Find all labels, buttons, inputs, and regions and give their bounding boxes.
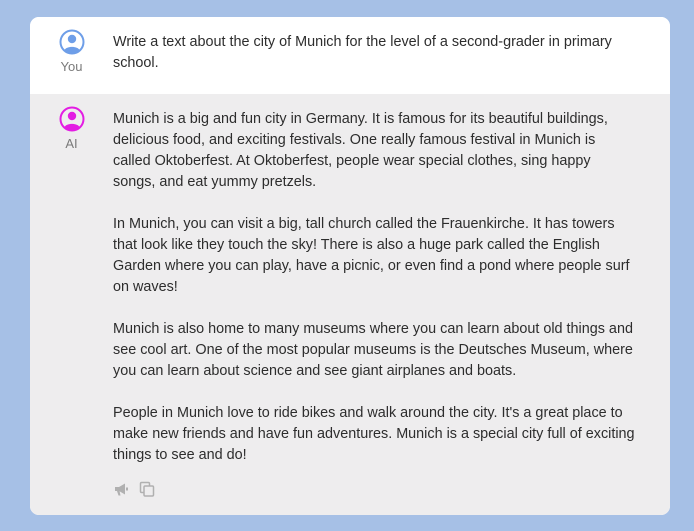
user-role-label: You	[60, 59, 83, 74]
user-avatar-icon	[59, 29, 84, 55]
ai-message-text: Munich is a big and fun city in Germany.…	[113, 106, 635, 497]
user-avatar-column: You	[30, 29, 113, 74]
ai-role-label: AI	[65, 136, 78, 151]
user-message-text: Write a text about the city of Munich fo…	[113, 34, 612, 71]
ai-avatar-column: AI	[30, 106, 113, 151]
message-actions	[113, 481, 635, 497]
ai-paragraph-2: In Munich, you can visit a big, tall chu…	[113, 216, 630, 295]
ai-avatar-icon	[59, 106, 84, 132]
ai-paragraph-4: People in Munich love to ride bikes and …	[113, 405, 635, 463]
ai-paragraph-3: Munich is also home to many museums wher…	[113, 321, 633, 379]
chat-card: You Write a text about the city of Munic…	[30, 17, 670, 515]
copy-icon[interactable]	[139, 481, 155, 497]
megaphone-icon[interactable]	[113, 481, 129, 497]
user-message: You Write a text about the city of Munic…	[30, 17, 670, 94]
ai-paragraph-1: Munich is a big and fun city in Germany.…	[113, 111, 608, 190]
ai-message: AI Munich is a big and fun city in Germa…	[30, 94, 670, 515]
